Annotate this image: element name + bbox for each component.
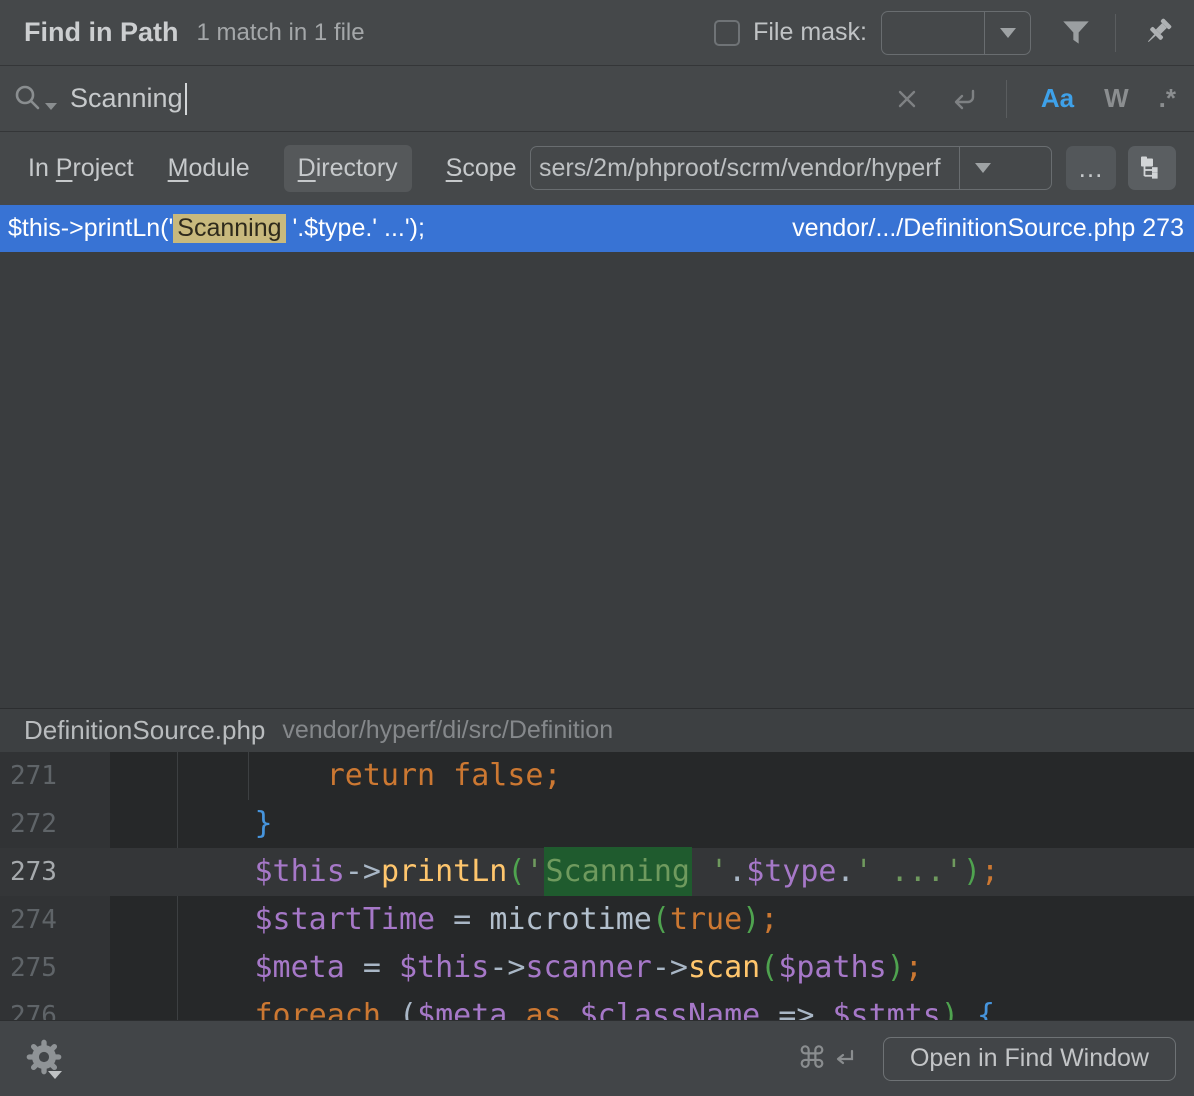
result-match-highlight: Scanning	[173, 214, 285, 243]
command-key-icon: ⌘	[797, 1041, 827, 1076]
funnel-icon	[1059, 16, 1093, 50]
file-mask-combo[interactable]	[881, 11, 1031, 55]
browse-directory-button[interactable]: …	[1066, 146, 1116, 190]
scope-tab-module[interactable]: Module	[168, 154, 250, 183]
line-number: 276	[10, 992, 98, 1020]
match-case-toggle[interactable]: Aa	[1041, 83, 1074, 114]
preview-filename: DefinitionSource.php	[24, 715, 265, 746]
result-summary: 1 match in 1 file	[197, 19, 365, 47]
code-preview-editor: 271 return false;272 }273 $this->printLn…	[0, 752, 1194, 1020]
code-line-276: 276 foreach ($meta as $className => $stm…	[0, 992, 1194, 1020]
file-mask-value	[882, 12, 984, 54]
newline-icon	[948, 83, 980, 115]
new-line-button[interactable]	[948, 83, 980, 115]
code-line-271: 271 return false;	[0, 752, 1194, 800]
open-in-find-window-button[interactable]: Open in Find Window	[883, 1037, 1176, 1081]
directory-combo[interactable]: sers/2m/phproot/scrm/vendor/hyperf	[530, 146, 1052, 190]
clear-search-button[interactable]	[894, 86, 920, 112]
search-toolbar-divider	[1006, 80, 1007, 118]
line-number: 272	[10, 800, 98, 848]
filter-options-button[interactable]	[1059, 16, 1093, 50]
project-tree-toggle-button[interactable]	[1128, 146, 1176, 190]
line-number: 275	[10, 944, 98, 992]
results-empty-area	[0, 252, 1194, 708]
bottom-bar: ⌘ Open in Find Window	[0, 1020, 1194, 1096]
pin-window-button[interactable]	[1138, 14, 1176, 52]
directory-dropdown-button[interactable]	[959, 147, 1005, 189]
line-number: 274	[10, 896, 98, 944]
result-code-line: $this->printLn('Scanning '.$type.' ...')…	[8, 214, 792, 243]
pin-icon	[1138, 14, 1176, 52]
scope-tab-scope[interactable]: Scope	[446, 154, 517, 183]
folder-tree-icon	[1137, 153, 1167, 183]
preview-filepath: vendor/hyperf/di/src/Definition	[282, 716, 613, 745]
chevron-down-icon	[48, 1071, 62, 1079]
file-mask-label: File mask:	[753, 18, 867, 47]
chevron-down-icon	[975, 163, 991, 173]
text-caret	[185, 83, 187, 115]
open-shortcut-hint: ⌘	[797, 1041, 859, 1076]
line-number: 271	[10, 752, 98, 800]
code-line-275: 275 $meta = $this->scanner->scan($paths)…	[0, 944, 1194, 992]
words-toggle[interactable]: W	[1104, 83, 1129, 114]
scope-tab-in-project[interactable]: In Project	[28, 154, 134, 183]
close-icon	[894, 86, 920, 112]
editor-match-highlight: Scanning	[544, 847, 693, 896]
title-bar: Find in Path 1 match in 1 file File mask…	[0, 0, 1194, 66]
scope-tabs: In Project Module Directory Scope	[28, 145, 517, 192]
scope-tab-directory[interactable]: Directory	[284, 145, 412, 192]
dialog-title: Find in Path	[24, 17, 179, 48]
search-input[interactable]: Scanning	[70, 83, 183, 114]
file-mask-checkbox[interactable]	[714, 20, 740, 46]
search-row: Scanning Aa W .*	[0, 66, 1194, 132]
result-location: vendor/.../DefinitionSource.php 273	[792, 214, 1184, 243]
code-line-273: 273 $this->printLn('Scanning '.$type.' .…	[0, 848, 1194, 896]
scope-row: In Project Module Directory Scope sers/2m/p…	[0, 132, 1194, 205]
directory-path: sers/2m/phproot/scrm/vendor/hyperf	[531, 147, 959, 189]
chevron-down-icon	[45, 103, 57, 110]
toolbar-divider	[1115, 14, 1116, 52]
return-key-icon	[829, 1044, 859, 1074]
line-number: 273	[10, 848, 98, 896]
search-icon	[12, 82, 46, 116]
search-history-button[interactable]	[12, 79, 62, 119]
settings-button[interactable]	[24, 1037, 68, 1081]
chevron-down-icon	[1000, 28, 1016, 38]
preview-file-header: DefinitionSource.php vendor/hyperf/di/sr…	[0, 708, 1194, 752]
file-mask-dropdown-button[interactable]	[984, 12, 1030, 54]
code-line-274: 274 $startTime = microtime(true);	[0, 896, 1194, 944]
search-result-row[interactable]: $this->printLn('Scanning '.$type.' ...')…	[0, 205, 1194, 252]
regex-toggle[interactable]: .*	[1159, 83, 1176, 114]
find-in-path-dialog: Find in Path 1 match in 1 file File mask…	[0, 0, 1194, 1096]
code-line-272: 272 }	[0, 800, 1194, 848]
code-lines: 271 return false;272 }273 $this->printLn…	[0, 752, 1194, 1020]
